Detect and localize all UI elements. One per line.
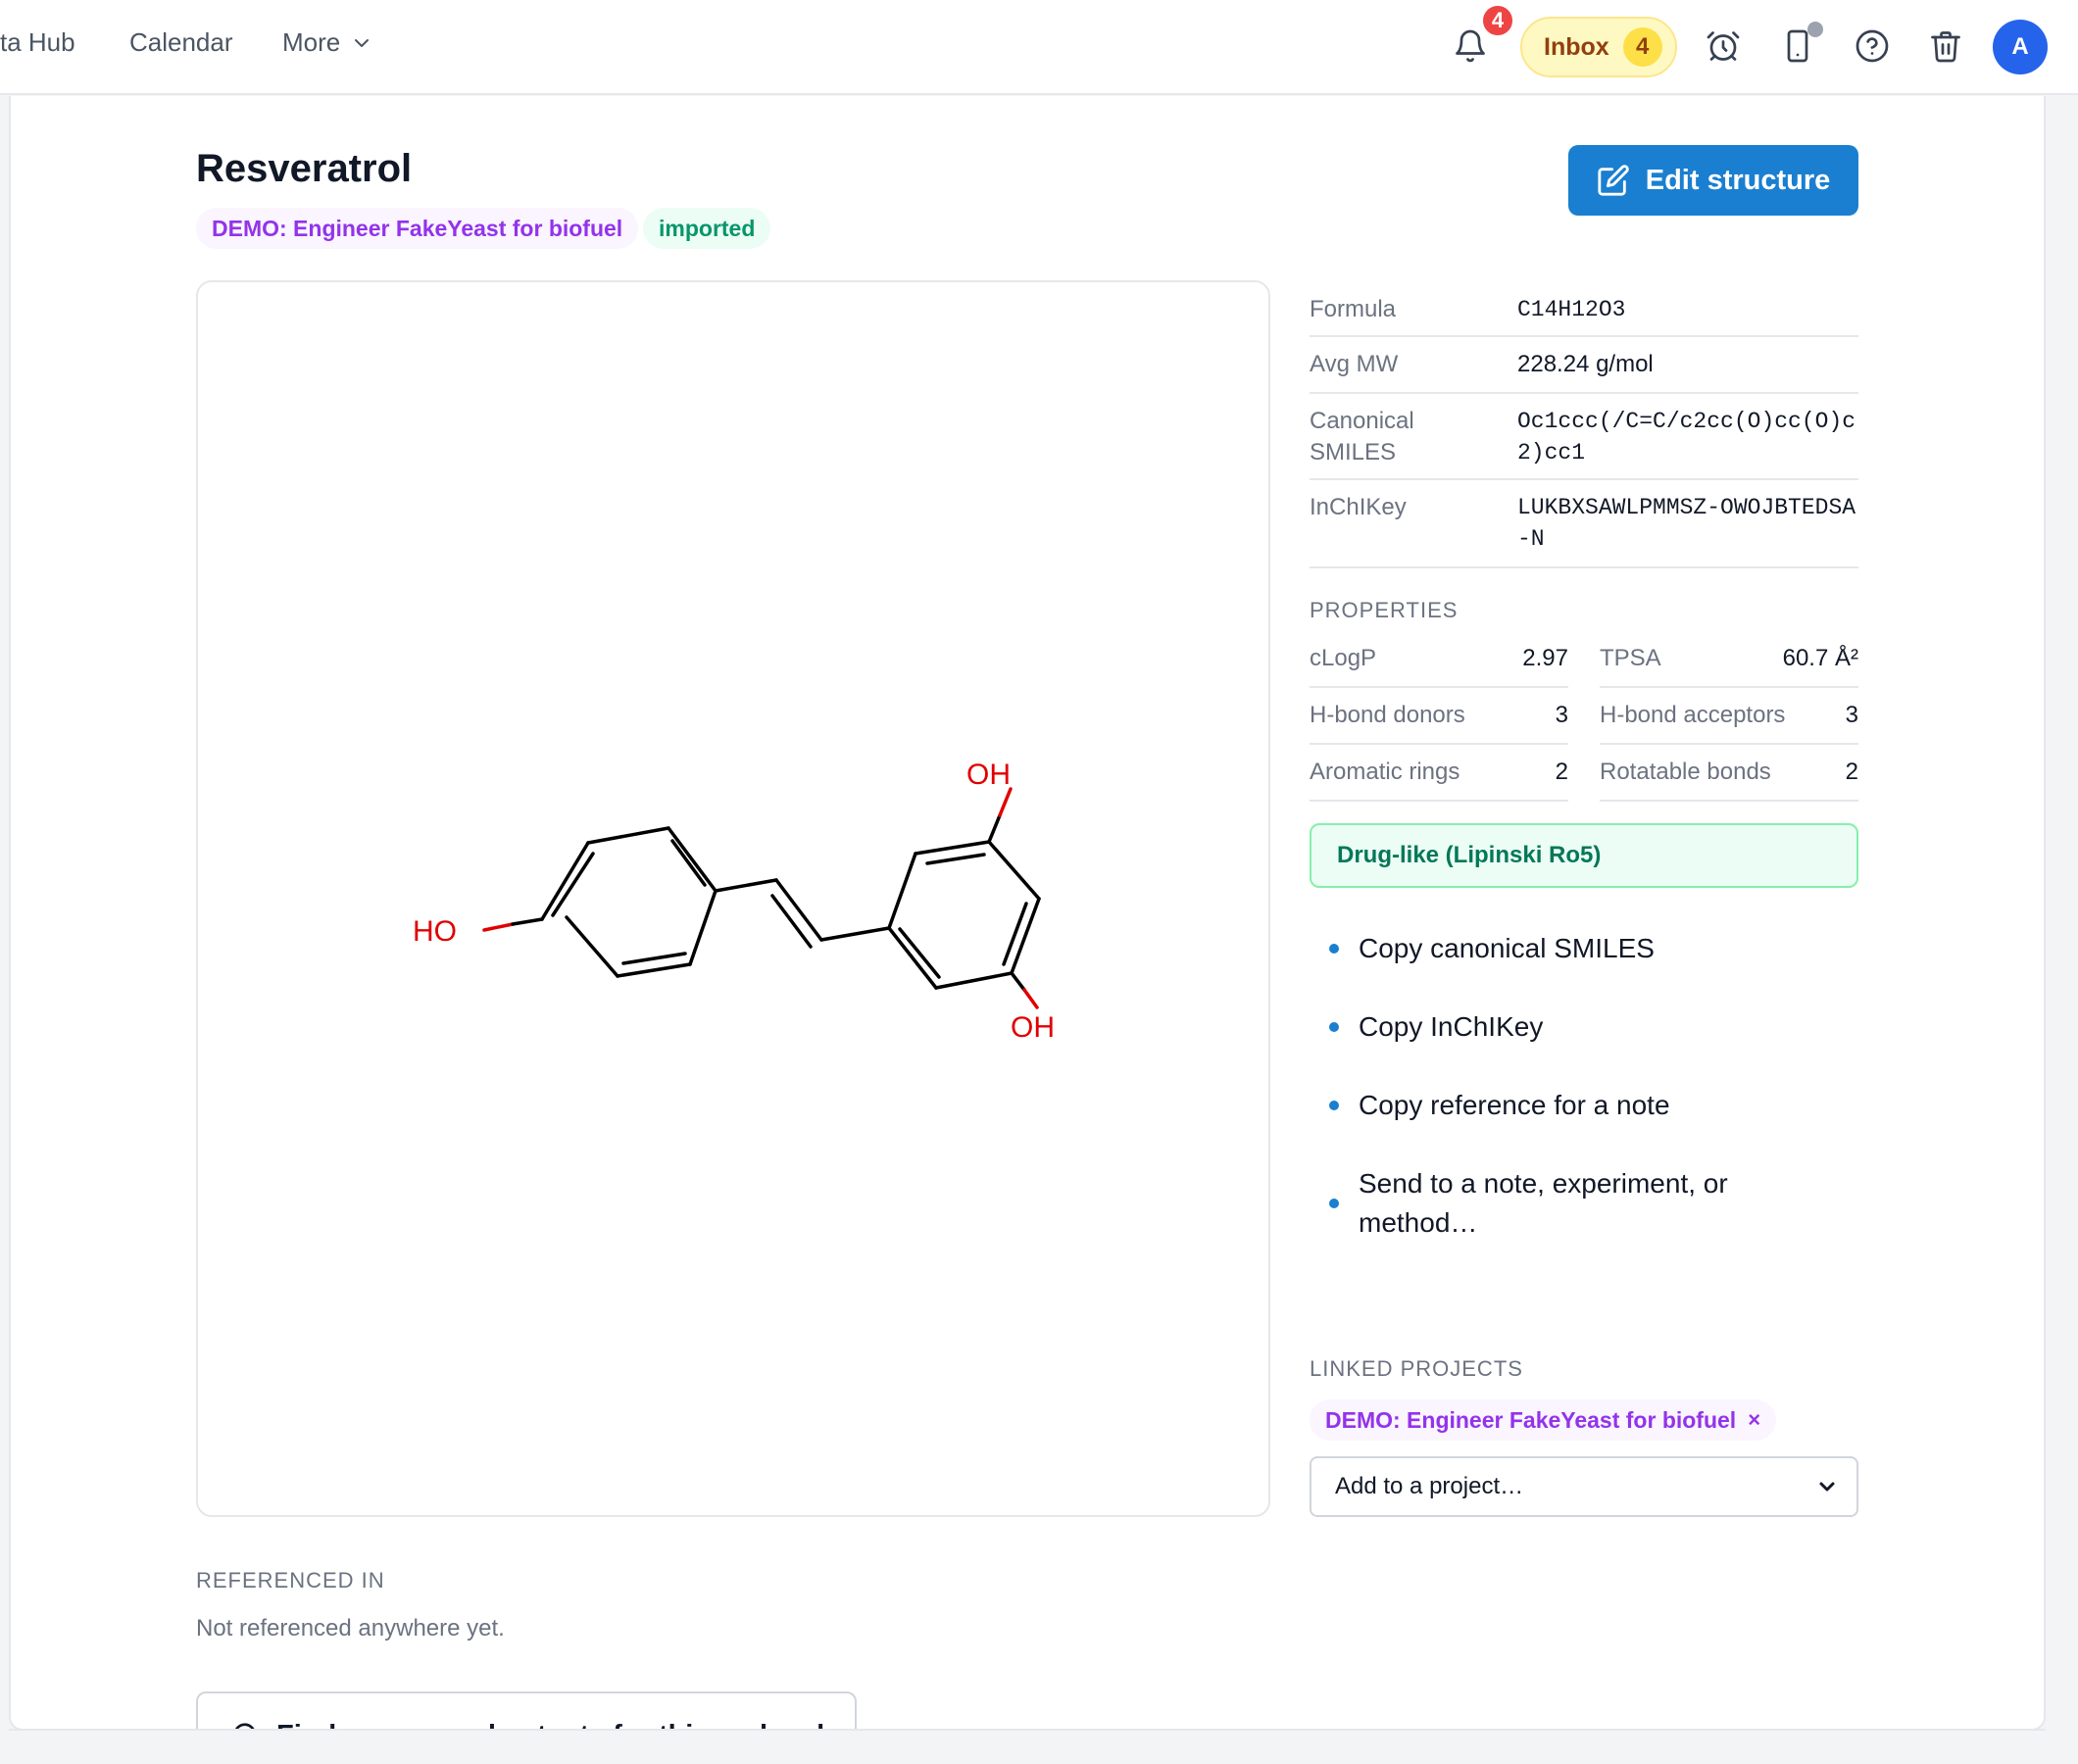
page-bottom-gutter (0, 1731, 2078, 1764)
user-avatar[interactable]: A (1993, 20, 2048, 74)
copy-inchikey-action[interactable]: Copy InChIKey (1329, 1007, 1858, 1047)
linked-projects-label: LINKED PROJECTS (1310, 1356, 1523, 1381)
nav-more-label: More (282, 27, 341, 57)
druglike-badge: Drug-like (Lipinski Ro5) (1310, 823, 1858, 888)
action-label: Send to a note, experiment, or method… (1359, 1168, 1728, 1238)
identifier-row-smiles: Canonical SMILES Oc1ccc(/C=C/c2cc(O)cc(O… (1310, 394, 1858, 480)
property-key: Rotatable bonds (1600, 759, 1771, 785)
property-key: TPSA (1600, 645, 1661, 671)
property-key: H-bond donors (1310, 702, 1465, 728)
avg-mw-value: 228.24 g/mol (1517, 351, 1654, 377)
molecule-structure-drawing: HO OH OH (413, 759, 1055, 1044)
identifier-row-formula: Formula C14H12O3 (1310, 282, 1858, 337)
property-aromatic-rings: Aromatic rings 2 (1310, 747, 1568, 802)
properties-section-label: PROPERTIES (1310, 598, 1459, 622)
property-value: 60.7 Å² (1782, 645, 1858, 671)
bullet-icon (1329, 1022, 1339, 1032)
bell-icon (1456, 29, 1485, 63)
property-hbond-acceptors: H-bond acceptors 3 (1600, 690, 1858, 745)
notifications-count-badge: 4 (1480, 3, 1515, 38)
atom-label-hydroxyl-bottom: OH (1011, 1011, 1055, 1044)
action-label: Copy reference for a note (1359, 1090, 1670, 1120)
trash-icon (1931, 31, 1960, 63)
add-to-project-select[interactable]: Add to a project… (1310, 1456, 1858, 1517)
copy-smiles-action[interactable]: Copy canonical SMILES (1329, 929, 1858, 968)
identifier-key: Canonical SMILES (1310, 408, 1414, 466)
property-key: Aromatic rings (1310, 759, 1460, 785)
referenced-in-label: REFERENCED IN (196, 1568, 385, 1592)
copy-reference-action[interactable]: Copy reference for a note (1329, 1086, 1858, 1125)
nav-more-menu[interactable]: More (282, 27, 373, 58)
chevron-down-icon (1819, 1482, 1835, 1492)
formula-value: C14H12O3 (1517, 297, 1626, 322)
identifier-key: InChIKey (1310, 494, 1407, 520)
select-placeholder: Add to a project… (1335, 1473, 1524, 1499)
property-rotatable-bonds: Rotatable bonds 2 (1600, 747, 1858, 802)
action-label: Copy InChIKey (1359, 1011, 1544, 1042)
linked-project-tag: DEMO: Engineer FakeYeast for biofuel × (1310, 1399, 1777, 1441)
inbox-button[interactable]: Inbox 4 (1520, 17, 1677, 77)
property-clogp: cLogP 2.97 (1310, 633, 1568, 688)
bullet-icon (1329, 1101, 1339, 1110)
top-bar: ta Hub Calendar More 4 Inbox 4 A (0, 0, 2078, 95)
bullet-icon (1329, 1199, 1339, 1208)
property-key: cLogP (1310, 645, 1377, 671)
alarm-clock-icon (1707, 31, 1740, 61)
property-value: 2.97 (1522, 645, 1568, 671)
reminders-button[interactable] (1701, 24, 1746, 69)
property-value: 3 (1845, 702, 1858, 728)
remove-project-icon[interactable]: × (1748, 1407, 1760, 1433)
property-value: 2 (1555, 759, 1568, 785)
inchikey-value[interactable]: LUKBXSAWLPMMSZ-OWOJBTEDSA-N (1517, 492, 1860, 555)
identifier-row-mw: Avg MW 228.24 g/mol (1310, 337, 1858, 394)
structure-viewer[interactable]: HO OH OH (196, 280, 1270, 1517)
property-value: 2 (1845, 759, 1858, 785)
nav-item-data-hub[interactable]: ta Hub (0, 27, 75, 58)
identifier-row-inchikey: InChIKey LUKBXSAWLPMMSZ-OWOJBTEDSA-N (1310, 480, 1858, 568)
help-circle-icon (1855, 29, 1889, 63)
trash-button[interactable] (1923, 24, 1968, 69)
property-tpsa: TPSA 60.7 Å² (1600, 633, 1858, 688)
chevron-down-icon (355, 38, 370, 47)
send-to-note-action[interactable]: Send to a note, experiment, or method… (1329, 1164, 1790, 1243)
card-bottom-border (9, 1729, 2046, 1731)
identifier-key: Formula (1310, 296, 1397, 322)
page-title: Resveratrol (196, 147, 413, 190)
edit-structure-label: Edit structure (1645, 164, 1831, 196)
nav-item-calendar[interactable]: Calendar (129, 27, 233, 58)
edit-icon (1598, 165, 1629, 196)
property-value: 3 (1555, 702, 1568, 728)
action-label: Copy canonical SMILES (1359, 933, 1655, 963)
atom-label-hydroxyl-top: OH (966, 759, 1011, 791)
linked-project-name[interactable]: DEMO: Engineer FakeYeast for biofuel (1325, 1407, 1736, 1434)
smiles-value[interactable]: Oc1ccc(/C=C/c2cc(O)cc(O)c2)cc1 (1517, 406, 1860, 468)
device-status-dot (1807, 22, 1823, 37)
identifier-key: Avg MW (1310, 351, 1399, 377)
edit-structure-button[interactable]: Edit structure (1568, 145, 1858, 216)
property-key: H-bond acceptors (1600, 702, 1786, 728)
property-hbond-donors: H-bond donors 3 (1310, 690, 1568, 745)
source-tag: imported (643, 208, 771, 249)
inbox-count-badge: 4 (1622, 27, 1662, 67)
atom-label-hydroxyl-left: HO (413, 915, 457, 948)
help-button[interactable] (1850, 24, 1895, 69)
bullet-icon (1329, 944, 1339, 954)
inbox-label: Inbox (1544, 32, 1609, 61)
project-tag[interactable]: DEMO: Engineer FakeYeast for biofuel (196, 208, 639, 249)
referenced-empty-text: Not referenced anywhere yet. (196, 1615, 505, 1642)
